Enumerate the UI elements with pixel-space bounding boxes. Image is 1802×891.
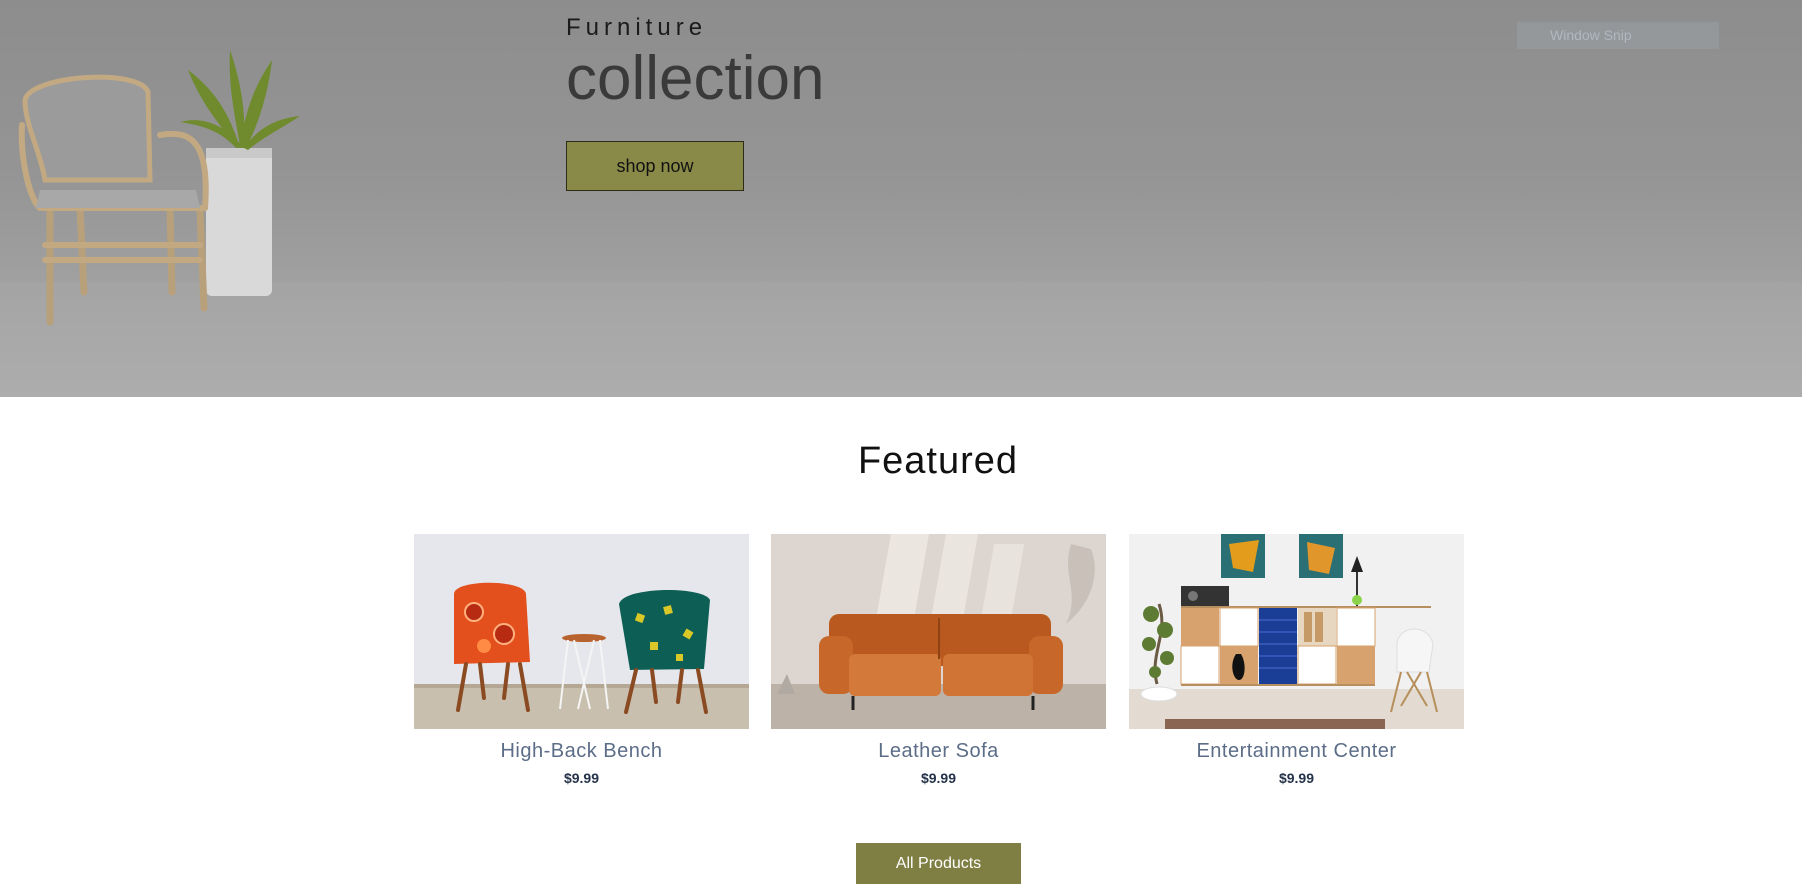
product-name[interactable]: Leather Sofa bbox=[771, 740, 1106, 763]
window-snip-overlay[interactable]: Window Snip bbox=[1517, 22, 1719, 49]
orange-leather-sofa-photo[interactable] bbox=[771, 534, 1106, 729]
product-price: $9.99 bbox=[563, 770, 600, 786]
featured-heading: Featured bbox=[857, 440, 1019, 482]
chair-and-plant-illustration bbox=[18, 50, 300, 326]
hero-title: collection bbox=[566, 44, 825, 113]
shop-now-button[interactable]: shop now bbox=[566, 141, 744, 191]
hero-text-block: Furniture collection shop now bbox=[566, 14, 824, 191]
product-price: $9.99 bbox=[1278, 770, 1315, 786]
all-products-button[interactable]: All Products bbox=[856, 843, 1021, 884]
hero-banner: Furniture collection shop now Window Sni… bbox=[0, 0, 1802, 397]
product-price: $9.99 bbox=[920, 770, 957, 786]
two-patterned-armchairs-photo[interactable] bbox=[414, 534, 749, 729]
product-name[interactable]: High-Back Bench bbox=[414, 740, 749, 763]
product-name[interactable]: Entertainment Center bbox=[1129, 740, 1464, 763]
product-card[interactable]: High-Back Bench $9.99 bbox=[414, 534, 749, 786]
cabinet-shelf-with-paintings-photo[interactable] bbox=[1129, 534, 1464, 729]
hero-subtitle: Furniture bbox=[566, 14, 708, 41]
product-card[interactable]: Leather Sofa $9.99 bbox=[771, 534, 1106, 786]
product-card[interactable]: Entertainment Center $9.99 bbox=[1129, 534, 1464, 786]
